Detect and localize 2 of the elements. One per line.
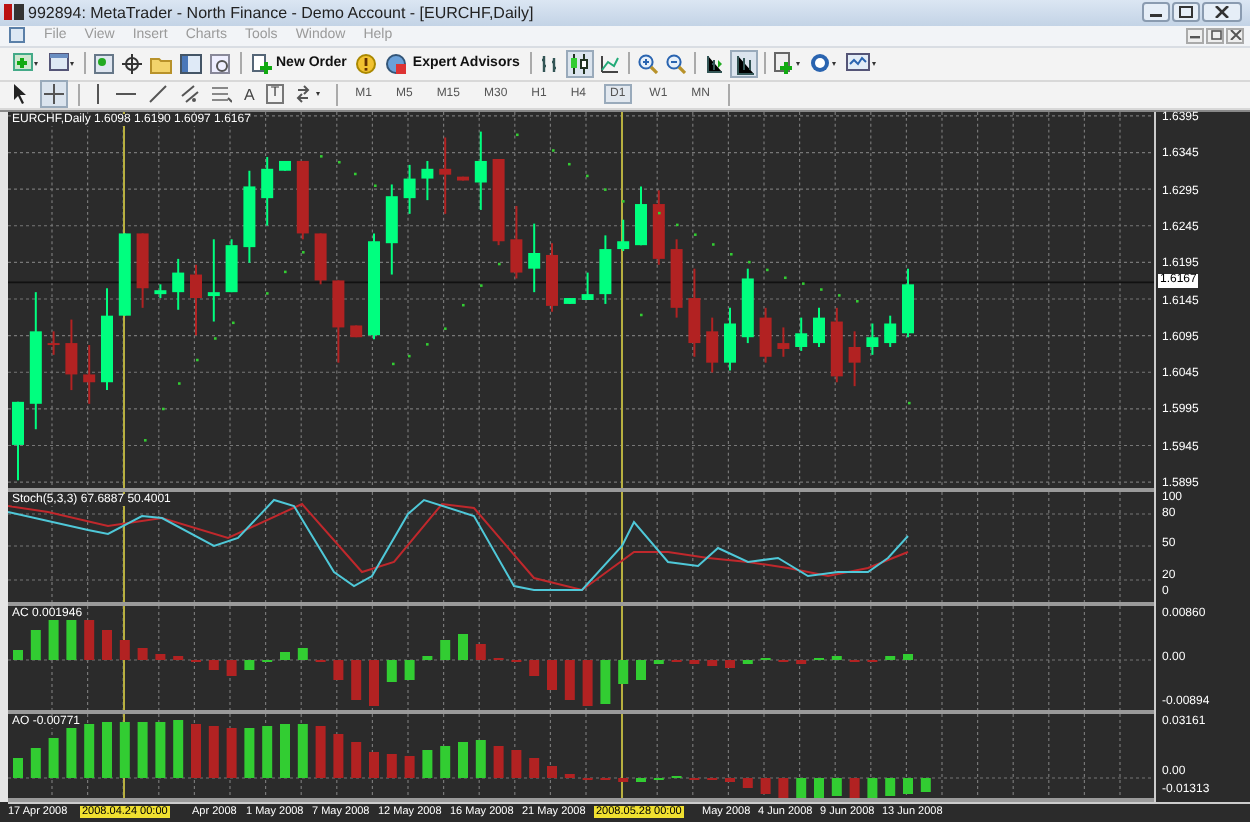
- text-tool[interactable]: A: [244, 85, 255, 104]
- window-title: 992894: MetaTrader - North Finance - Demo Account - [EURCHF,Daily]: [28, 3, 534, 22]
